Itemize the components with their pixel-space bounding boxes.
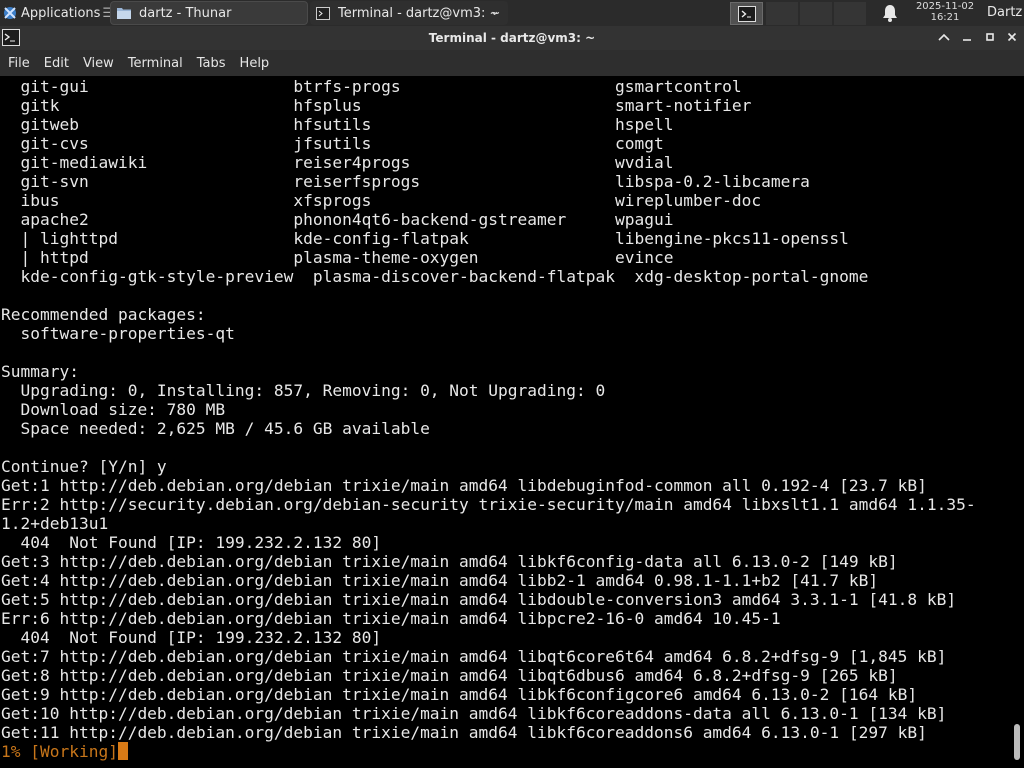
terminal-line: Get:7 http://deb.debian.org/debian trixi… [1, 647, 947, 666]
applications-menu-label: Applications [21, 5, 101, 21]
terminal-line: Get:4 http://deb.debian.org/debian trixi… [1, 571, 879, 590]
terminal-line: Get:5 http://deb.debian.org/debian trixi… [1, 590, 957, 609]
menu-item-view[interactable]: View [76, 56, 121, 71]
clock[interactable]: 2025-11-02 16:21 [908, 1, 982, 23]
terminal-line: git-gui btrfs-progs gsmartcontrol [1, 77, 742, 96]
terminal-line: 404 Not Found [IP: 199.232.2.132 80] [1, 533, 382, 552]
terminal-line: | httpd plasma-theme-oxygen evince [1, 248, 674, 267]
clock-time: 16:21 [930, 12, 960, 23]
terminal-line: Space needed: 2,625 MB / 45.6 GB availab… [1, 419, 430, 438]
applications-menu[interactable]: Applications ☰ [0, 0, 114, 26]
terminal-line: 1.2+deb13u1 [1, 514, 109, 533]
notification-bell-icon[interactable] [882, 4, 898, 22]
menu-item-edit[interactable]: Edit [37, 56, 76, 71]
terminal-line: software-properties-qt [1, 324, 235, 343]
taskbar-item-terminal[interactable]: Terminal - dartz@vm3: ~ ⌄ [310, 1, 508, 25]
terminal-line: Get:9 http://deb.debian.org/debian trixi… [1, 685, 918, 704]
terminal-line: Summary: [1, 362, 79, 381]
workspace-button-active[interactable] [730, 2, 763, 25]
taskbar-item-label: dartz - Thunar [139, 5, 232, 21]
terminal-progress-line: 1% [Working] [1, 742, 1010, 761]
workspace-button[interactable] [834, 2, 866, 25]
progress-status: 1% [Working] [1, 742, 118, 761]
terminal-line: git-mediawiki reiser4progs wvdial [1, 153, 674, 172]
terminal-line: apache2 phonon4qt6-backend-gstreamer wpa… [1, 210, 674, 229]
folder-icon [116, 6, 132, 20]
user-menu[interactable]: Dartz [987, 5, 1022, 20]
terminal-line: Download size: 780 MB [1, 400, 226, 419]
terminal-line: ibus xfsprogs wireplumber-doc [1, 191, 762, 210]
chevron-down-icon[interactable]: ⌄ [489, 4, 500, 19]
menu-item-help[interactable]: Help [233, 56, 277, 71]
terminal-line: Get:1 http://deb.debian.org/debian trixi… [1, 476, 927, 495]
taskbar-item-thunar[interactable]: dartz - Thunar [110, 1, 308, 25]
terminal-line: Err:6 http://deb.debian.org/debian trixi… [1, 609, 781, 628]
scrollbar-thumb[interactable] [1014, 724, 1020, 760]
terminal-cursor [117, 742, 128, 760]
xfce-logo-icon [1, 4, 19, 22]
menu-item-terminal[interactable]: Terminal [121, 56, 190, 71]
terminal-line: gitweb hfsutils hspell [1, 115, 674, 134]
terminal-output[interactable]: git-gui btrfs-progs gsmartcontrol gitk h… [0, 76, 1010, 768]
menu-item-file[interactable]: File [0, 56, 37, 71]
terminal-line: git-svn reiserfsprogs libspa-0.2-libcame… [1, 172, 810, 191]
terminal-line: Get:10 http://deb.debian.org/debian trix… [1, 704, 947, 723]
terminal-line: Get:8 http://deb.debian.org/debian trixi… [1, 666, 898, 685]
workspace-button[interactable] [800, 2, 832, 25]
terminal-icon [737, 5, 756, 22]
terminal-line: Get:3 http://deb.debian.org/debian trixi… [1, 552, 898, 571]
terminal-line: Err:2 http://security.debian.org/debian-… [1, 495, 976, 514]
terminal-line: gitk hfsplus smart-notifier [1, 96, 752, 115]
maximize-icon[interactable] [981, 28, 999, 46]
terminal-line: Upgrading: 0, Installing: 857, Removing:… [1, 381, 606, 400]
terminal-line: Recommended packages: [1, 305, 206, 324]
terminal-text: git-gui btrfs-progs gsmartcontrol gitk h… [0, 77, 1010, 761]
minimize-icon[interactable] [958, 28, 976, 46]
terminal-line: Continue? [Y/n] y [1, 457, 167, 476]
terminal-line: | lighttpd kde-config-flatpak libengine-… [1, 229, 849, 248]
menu-bar: File Edit View Terminal Tabs Help [0, 50, 1024, 76]
scrollbar[interactable] [1010, 76, 1024, 768]
close-icon[interactable] [1003, 28, 1021, 46]
taskbar-item-label: Terminal - dartz@vm3: ~ [338, 5, 501, 21]
workspace-button[interactable] [766, 2, 798, 25]
window-titlebar[interactable]: Terminal - dartz@vm3: ~ [0, 26, 1024, 50]
window-title: Terminal - dartz@vm3: ~ [428, 31, 596, 45]
menu-item-tabs[interactable]: Tabs [190, 56, 233, 71]
terminal-line: 404 Not Found [IP: 199.232.2.132 80] [1, 628, 382, 647]
terminal-line: git-cvs jfsutils comgt [1, 134, 664, 153]
terminal-line: Get:11 http://deb.debian.org/debian trix… [1, 723, 927, 742]
top-panel: Applications ☰ dartz - Thunar Terminal -… [0, 0, 1024, 26]
terminal-line: kde-config-gtk-style-preview plasma-disc… [1, 267, 869, 286]
clock-date: 2025-11-02 [915, 1, 975, 12]
chevron-up-icon[interactable] [935, 28, 953, 46]
terminal-icon [315, 6, 331, 20]
